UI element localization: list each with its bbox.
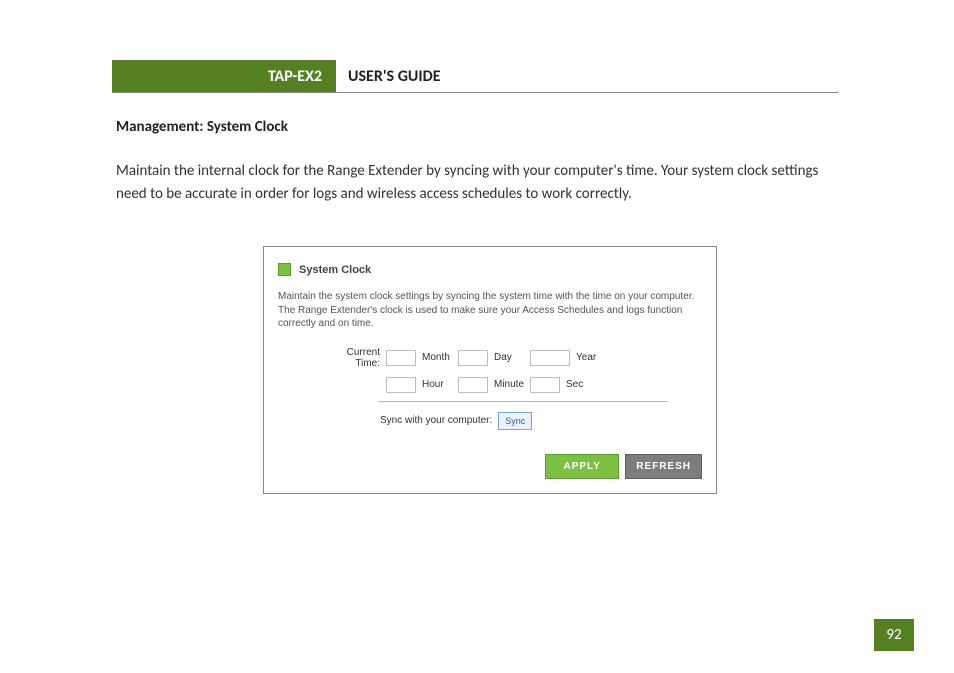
current-time-label: Current Time: xyxy=(320,347,380,369)
day-input[interactable] xyxy=(458,350,488,366)
header-bar: TAP-EX2 USER'S GUIDE xyxy=(112,60,838,93)
square-bullet-icon xyxy=(278,263,291,276)
page-number-text: 92 xyxy=(886,626,901,644)
month-label: Month xyxy=(422,352,452,363)
system-clock-panel: System Clock Maintain the system clock s… xyxy=(263,246,717,494)
header-title: USER'S GUIDE xyxy=(336,60,441,92)
hour-input[interactable] xyxy=(386,377,416,393)
sync-label: Sync with your computer: xyxy=(380,415,492,426)
minute-input[interactable] xyxy=(458,377,488,393)
time-row: Hour Minute Sec xyxy=(278,377,702,393)
header-product-badge: TAP-EX2 xyxy=(112,60,336,92)
sync-button[interactable]: Sync xyxy=(498,412,532,430)
panel-description: Maintain the system clock settings by sy… xyxy=(278,290,702,331)
section-body: Maintain the internal clock for the Rang… xyxy=(116,160,836,207)
hour-label: Hour xyxy=(422,379,452,390)
sync-row: Sync with your computer: Sync xyxy=(278,412,702,430)
section-title: Management: System Clock xyxy=(116,118,288,136)
panel-title-row: System Clock xyxy=(278,263,702,276)
day-label: Day xyxy=(494,352,524,363)
sec-label: Sec xyxy=(566,379,596,390)
refresh-button[interactable]: REFRESH xyxy=(625,454,702,479)
button-row: APPLY REFRESH xyxy=(278,454,702,479)
month-input[interactable] xyxy=(386,350,416,366)
year-input[interactable] xyxy=(530,350,570,366)
minute-label: Minute xyxy=(494,379,524,390)
sec-input[interactable] xyxy=(530,377,560,393)
year-label: Year xyxy=(576,352,606,363)
panel-divider xyxy=(378,401,668,402)
apply-button[interactable]: APPLY xyxy=(545,454,619,479)
page-number-badge: 92 xyxy=(874,619,914,651)
panel-title-text: System Clock xyxy=(299,264,371,276)
date-row: Current Time: Month Day Year xyxy=(278,347,702,369)
header-product-text: TAP-EX2 xyxy=(268,67,322,86)
